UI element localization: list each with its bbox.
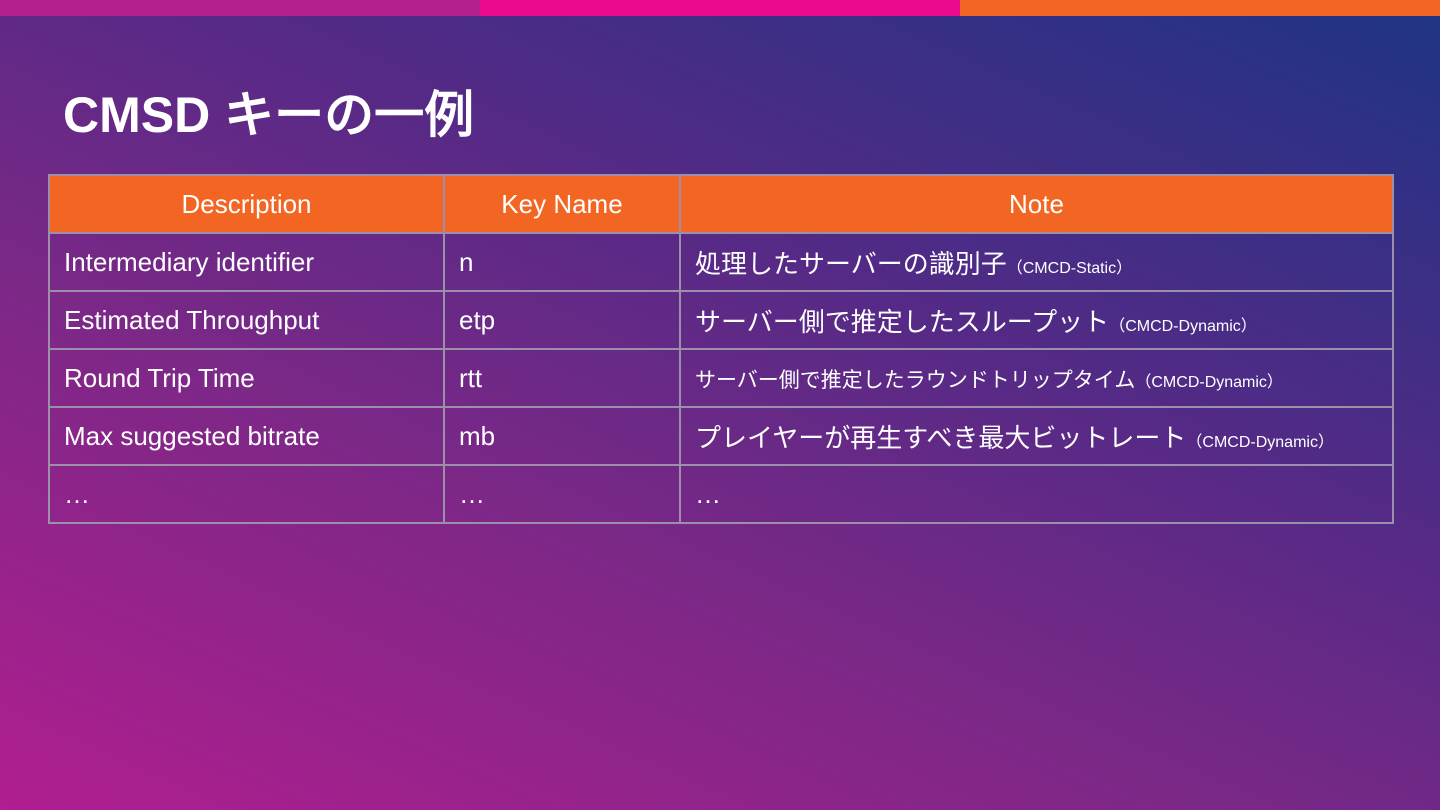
note-text: プレイヤーが再生すべき最大ビットレート (695, 422, 1187, 453)
cell-description: … (48, 464, 445, 524)
note-suffix: （CMCD-Static） (1006, 259, 1133, 277)
cell-note: 処理したサーバーの識別子（CMCD-Static） (679, 232, 1394, 292)
cell-key-name: n (443, 232, 681, 292)
note-text: … (695, 478, 721, 509)
cell-key-name: rtt (443, 348, 681, 408)
note-text: 処理したサーバーの識別子 (695, 248, 1007, 279)
top-accent-bar (0, 0, 1440, 16)
header-description: Description (48, 174, 445, 234)
table-row: Round Trip Time rtt サーバー側で推定したラウンドトリップタイ… (48, 348, 1394, 408)
accent-bar-orange (960, 0, 1440, 16)
slide-title: CMSD キーの一例 (63, 87, 475, 143)
cell-description: Round Trip Time (48, 348, 445, 408)
note-text: サーバー側で推定したスループット (695, 306, 1110, 337)
cmsd-keys-table: Description Key Name Note Intermediary i… (48, 174, 1394, 524)
cell-note: プレイヤーが再生すべき最大ビットレート（CMCD-Dynamic） (679, 406, 1394, 466)
cell-note: … (679, 464, 1394, 524)
cell-note: サーバー側で推定したラウンドトリップタイム（CMCD-Dynamic） (679, 348, 1394, 408)
note-suffix: （CMCD-Dynamic） (1109, 317, 1257, 335)
cell-key-name: etp (443, 290, 681, 350)
table-row: Max suggested bitrate mb プレイヤーが再生すべき最大ビッ… (48, 406, 1394, 466)
cell-description: Intermediary identifier (48, 232, 445, 292)
header-note: Note (679, 174, 1394, 234)
header-key-name: Key Name (443, 174, 681, 234)
note-text: サーバー側で推定したラウンドトリップタイム (695, 368, 1136, 392)
cell-key-name: mb (443, 406, 681, 466)
table-header-row: Description Key Name Note (48, 174, 1394, 234)
table-row: Intermediary identifier n 処理したサーバーの識別子（C… (48, 232, 1394, 292)
cell-key-name: … (443, 464, 681, 524)
table-row: … … … (48, 464, 1394, 524)
table-row: Estimated Throughput etp サーバー側で推定したスループッ… (48, 290, 1394, 350)
accent-bar-pink (480, 0, 960, 16)
note-suffix: （CMCD-Dynamic） (1186, 433, 1334, 451)
cell-description: Max suggested bitrate (48, 406, 445, 466)
note-suffix: （CMCD-Dynamic） (1135, 373, 1283, 391)
cell-description: Estimated Throughput (48, 290, 445, 350)
accent-bar-magenta (0, 0, 480, 16)
cell-note: サーバー側で推定したスループット（CMCD-Dynamic） (679, 290, 1394, 350)
